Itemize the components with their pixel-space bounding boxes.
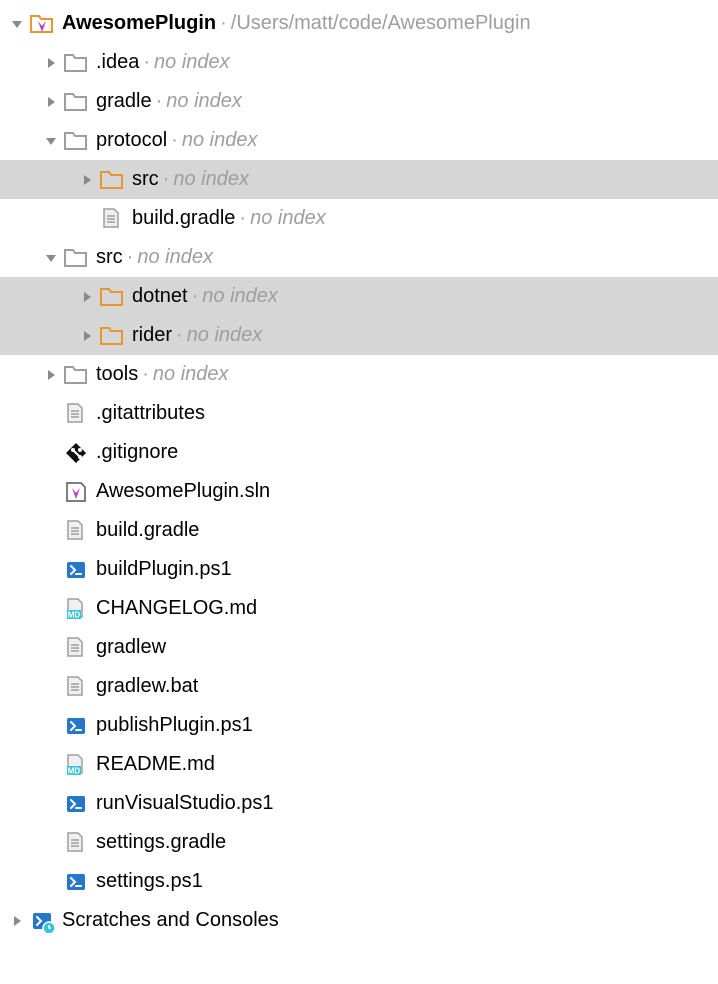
powershell-icon	[64, 792, 88, 816]
no-index-annotation: no index	[137, 246, 213, 269]
tree-item-gradle[interactable]: gradle · no index	[0, 82, 718, 121]
tree-item-label: .idea	[96, 51, 139, 74]
folder-icon	[64, 51, 88, 75]
tree-item-root[interactable]: AwesomePlugin · /Users/matt/code/Awesome…	[0, 4, 718, 43]
no-index-annotation: no index	[154, 51, 230, 74]
chevron-down-icon[interactable]	[6, 13, 28, 35]
tree-item-gradlew[interactable]: gradlew	[0, 628, 718, 667]
markdown-icon	[64, 753, 88, 777]
folder-icon	[64, 90, 88, 114]
tree-item-label: settings.gradle	[96, 831, 226, 854]
file-icon	[64, 675, 88, 699]
tree-item-label: AwesomePlugin	[62, 12, 216, 35]
tree-item-dotnet[interactable]: dotnet · no index	[0, 277, 718, 316]
no-index-annotation: no index	[153, 363, 229, 386]
project-icon	[30, 12, 54, 36]
powershell-icon	[64, 558, 88, 582]
tree-item-changelog[interactable]: CHANGELOG.md	[0, 589, 718, 628]
tree-item-label: settings.ps1	[96, 870, 203, 893]
tree-item-label: AwesomePlugin.sln	[96, 480, 270, 503]
tree-item-src[interactable]: src · no index	[0, 238, 718, 277]
folder-icon	[100, 285, 124, 309]
tree-item-settings-ps1[interactable]: settings.ps1	[0, 862, 718, 901]
tree-item-sln[interactable]: AwesomePlugin.sln	[0, 472, 718, 511]
solution-icon	[64, 480, 88, 504]
file-icon	[100, 207, 124, 231]
tree-item-label: gradlew	[96, 636, 166, 659]
tree-item-label: runVisualStudio.ps1	[96, 792, 274, 815]
tree-item-path: /Users/matt/code/AwesomePlugin	[231, 12, 531, 35]
tree-item-label: src	[96, 246, 123, 269]
tree-item-rider[interactable]: rider · no index	[0, 316, 718, 355]
tree-item-protocol[interactable]: protocol · no index	[0, 121, 718, 160]
gitignore-icon	[64, 441, 88, 465]
tree-item-build-gradle[interactable]: build.gradle	[0, 511, 718, 550]
powershell-icon	[64, 714, 88, 738]
tree-item-label: README.md	[96, 753, 215, 776]
tree-item-protocol-build-gradle[interactable]: build.gradle · no index	[0, 199, 718, 238]
tree-item-label: .gitattributes	[96, 402, 205, 425]
tree-item-label: src	[132, 168, 159, 191]
tree-item-scratches[interactable]: Scratches and Consoles	[0, 901, 718, 940]
tree-item-label: protocol	[96, 129, 167, 152]
tree-item-protocol-src[interactable]: src · no index	[0, 160, 718, 199]
chevron-right-icon[interactable]	[76, 169, 98, 191]
tree-item-runvisualstudio-ps1[interactable]: runVisualStudio.ps1	[0, 784, 718, 823]
no-index-annotation: no index	[202, 285, 278, 308]
tree-item-idea[interactable]: .idea · no index	[0, 43, 718, 82]
tree-item-gitignore[interactable]: .gitignore	[0, 433, 718, 472]
folder-icon	[64, 363, 88, 387]
tree-item-tools[interactable]: tools · no index	[0, 355, 718, 394]
no-index-annotation: no index	[182, 129, 258, 152]
no-index-annotation: no index	[173, 168, 249, 191]
tree-item-label: publishPlugin.ps1	[96, 714, 253, 737]
tree-item-publishplugin-ps1[interactable]: publishPlugin.ps1	[0, 706, 718, 745]
tree-item-label: tools	[96, 363, 138, 386]
markdown-icon	[64, 597, 88, 621]
file-icon	[64, 636, 88, 660]
file-icon	[64, 402, 88, 426]
tree-item-label: gradle	[96, 90, 152, 113]
project-tree[interactable]: AwesomePlugin · /Users/matt/code/Awesome…	[0, 0, 718, 944]
tree-item-label: rider	[132, 324, 172, 347]
no-index-annotation: no index	[250, 207, 326, 230]
chevron-down-icon[interactable]	[40, 247, 62, 269]
scratches-icon	[30, 909, 54, 933]
no-index-annotation: no index	[187, 324, 263, 347]
tree-item-buildplugin-ps1[interactable]: buildPlugin.ps1	[0, 550, 718, 589]
chevron-right-icon[interactable]	[40, 364, 62, 386]
file-icon	[64, 519, 88, 543]
folder-icon	[64, 129, 88, 153]
powershell-icon	[64, 870, 88, 894]
chevron-right-icon[interactable]	[40, 52, 62, 74]
chevron-right-icon[interactable]	[76, 286, 98, 308]
tree-item-label: buildPlugin.ps1	[96, 558, 232, 581]
tree-item-label: gradlew.bat	[96, 675, 198, 698]
tree-item-label: CHANGELOG.md	[96, 597, 257, 620]
tree-item-label: build.gradle	[132, 207, 235, 230]
chevron-right-icon[interactable]	[6, 910, 28, 932]
tree-item-gradlew-bat[interactable]: gradlew.bat	[0, 667, 718, 706]
tree-item-label: build.gradle	[96, 519, 199, 542]
tree-item-label: .gitignore	[96, 441, 178, 464]
no-index-annotation: no index	[166, 90, 242, 113]
tree-item-label: Scratches and Consoles	[62, 909, 279, 932]
tree-item-settings-gradle[interactable]: settings.gradle	[0, 823, 718, 862]
chevron-right-icon[interactable]	[40, 91, 62, 113]
chevron-down-icon[interactable]	[40, 130, 62, 152]
tree-item-readme[interactable]: README.md	[0, 745, 718, 784]
file-icon	[64, 831, 88, 855]
folder-icon	[64, 246, 88, 270]
folder-icon	[100, 168, 124, 192]
tree-item-gitattributes[interactable]: .gitattributes	[0, 394, 718, 433]
chevron-right-icon[interactable]	[76, 325, 98, 347]
tree-item-label: dotnet	[132, 285, 188, 308]
folder-icon	[100, 324, 124, 348]
